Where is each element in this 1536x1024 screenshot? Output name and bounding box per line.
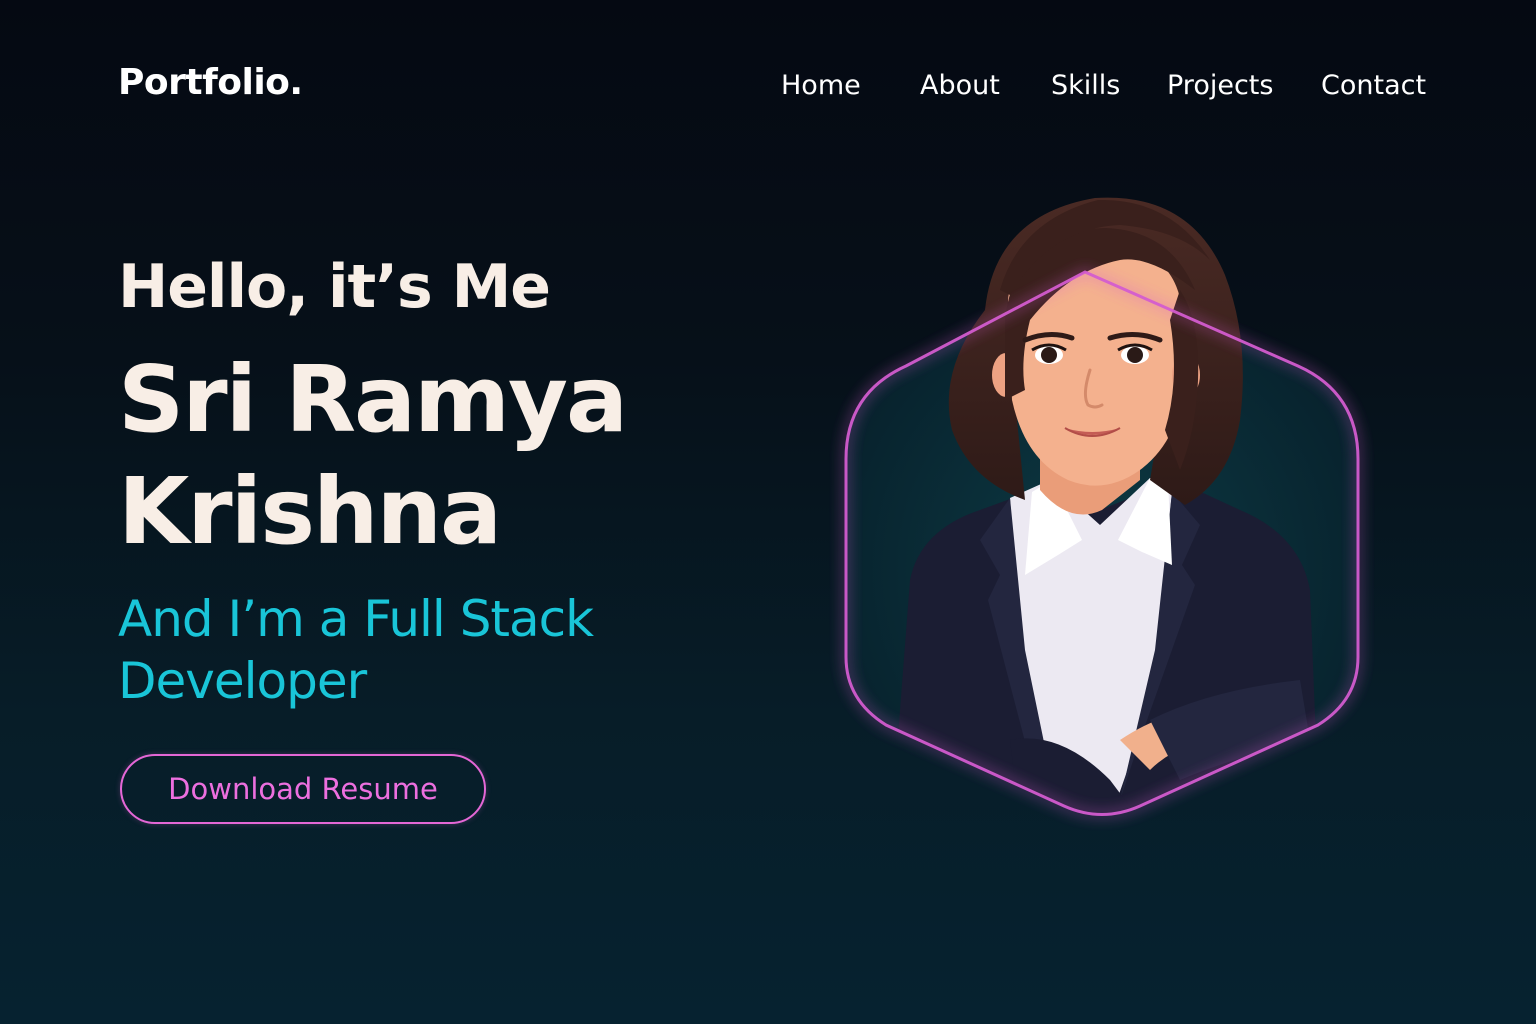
- nav-projects[interactable]: Projects: [1167, 70, 1273, 101]
- main-nav: Home About Skills Projects Contact: [0, 70, 1536, 106]
- nav-about[interactable]: About: [920, 70, 1000, 101]
- hero-role-line1: And I’m a Full Stack: [118, 590, 594, 648]
- nav-home[interactable]: Home: [781, 70, 861, 101]
- hero-name: Sri Ramya Krishna: [118, 344, 738, 568]
- nav-contact[interactable]: Contact: [1321, 70, 1426, 101]
- hero-name-line1: Sri Ramya: [118, 346, 628, 453]
- avatar-illustration-icon: [844, 197, 1360, 816]
- hero-name-line2: Krishna: [118, 458, 502, 565]
- hero-role-line2: Developer: [118, 652, 367, 710]
- nav-skills[interactable]: Skills: [1051, 70, 1120, 101]
- portrait-frame: [820, 180, 1380, 840]
- hero-role: And I’m a Full Stack Developer: [118, 588, 678, 712]
- hero-greeting: Hello, it’s Me: [118, 252, 551, 322]
- download-resume-button[interactable]: Download Resume: [120, 754, 486, 824]
